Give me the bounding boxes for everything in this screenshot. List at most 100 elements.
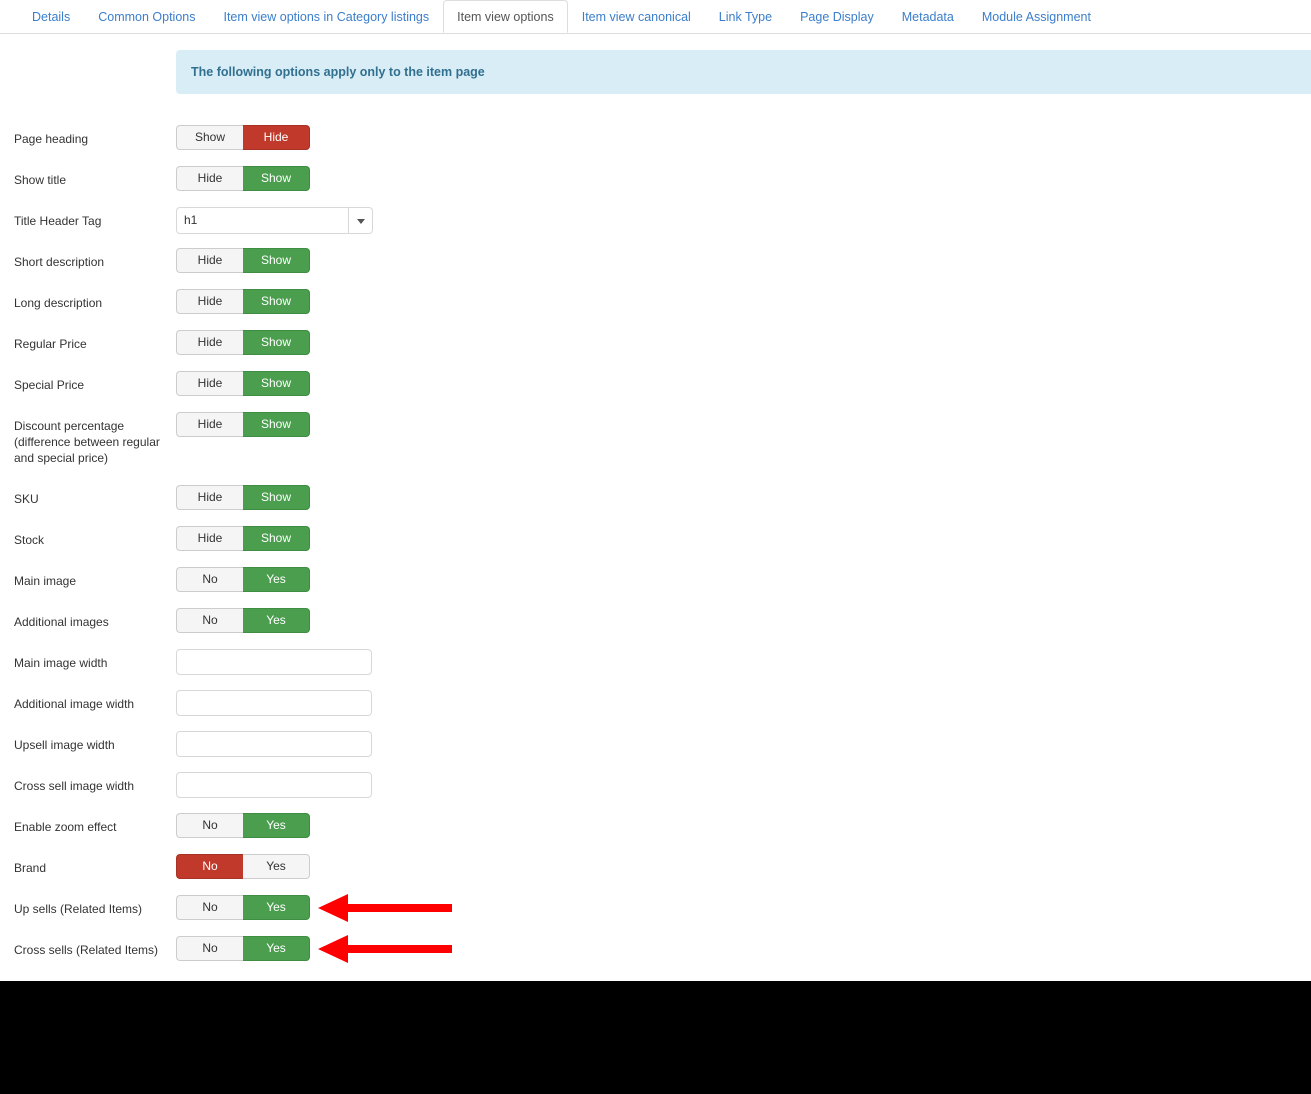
toggle-up-sells-related-items: No Yes	[176, 895, 310, 920]
toggle-option-no[interactable]: No	[176, 854, 243, 879]
toggle-option-no[interactable]: No	[176, 813, 243, 838]
control-enable-zoom-effect: No Yes	[176, 813, 310, 838]
tab-bar: Details Common Options Item view options i…	[0, 0, 1311, 34]
toggle-option-hide[interactable]: Hide	[176, 289, 243, 314]
toggle-option-show[interactable]: Show	[243, 248, 310, 273]
input-main-image-width[interactable]	[176, 649, 372, 675]
tab-item-view-options[interactable]: Item view options	[443, 0, 568, 33]
chevron-down-icon[interactable]	[348, 207, 373, 234]
label-title-header-tag: Title Header Tag	[14, 214, 102, 228]
input-cross-sell-image-width[interactable]	[176, 772, 372, 798]
form-row: Additional image width	[0, 675, 1311, 716]
tab-item-view-options-in-category-listings[interactable]: Item view options in Category listings	[209, 0, 443, 33]
toggle-option-show[interactable]: Show	[243, 166, 310, 191]
form-row: Page heading Show Hide	[0, 110, 1311, 151]
toggle-long-description: Hide Show	[176, 289, 310, 314]
control-up-sells-related-items: No Yes	[176, 895, 310, 920]
label-sku: SKU	[14, 492, 39, 506]
toggle-option-show[interactable]: Show	[243, 330, 310, 355]
toggle-cross-sells-related-items: No Yes	[176, 936, 310, 961]
form-row: Enable zoom effect No Yes	[0, 798, 1311, 839]
control-long-description: Hide Show	[176, 289, 310, 314]
toggle-option-yes[interactable]: Yes	[243, 936, 310, 961]
tab-page-display[interactable]: Page Display	[786, 0, 888, 33]
toggle-option-no[interactable]: No	[176, 936, 243, 961]
label-show-title: Show title	[14, 173, 67, 187]
tab-common-options[interactable]: Common Options	[84, 0, 209, 33]
control-main-image-width	[176, 649, 372, 675]
form-row: Additional images No Yes	[0, 593, 1311, 634]
toggle-option-show[interactable]: Show	[243, 526, 310, 551]
control-sku: Hide Show	[176, 485, 310, 510]
toggle-option-yes[interactable]: Yes	[243, 608, 310, 633]
control-cross-sell-image-width	[176, 772, 372, 798]
toggle-option-hide[interactable]: Hide	[176, 248, 243, 273]
toggle-additional-images: No Yes	[176, 608, 310, 633]
label-enable-zoom-effect: Enable zoom effect	[14, 820, 117, 834]
select-value-title-header-tag[interactable]: h1	[176, 207, 348, 234]
label-main-image-width: Main image width	[14, 656, 108, 670]
toggle-option-show[interactable]: Show	[243, 289, 310, 314]
form-row: Cross sells (Related Items) No Yes	[0, 921, 1311, 963]
form-row: Show title Hide Show	[0, 151, 1311, 192]
toggle-option-hide[interactable]: Hide	[176, 526, 243, 551]
tab-link-type[interactable]: Link Type	[705, 0, 786, 33]
toggle-enable-zoom-effect: No Yes	[176, 813, 310, 838]
toggle-option-hide[interactable]: Hide	[243, 125, 310, 150]
label-additional-images: Additional images	[14, 615, 109, 629]
toggle-option-hide[interactable]: Hide	[176, 485, 243, 510]
bottom-black-bar	[0, 981, 1311, 1094]
toggle-page-heading: Show Hide	[176, 125, 310, 150]
form-row: Main image width	[0, 634, 1311, 675]
form-row: Main image No Yes	[0, 552, 1311, 593]
toggle-option-yes[interactable]: Yes	[243, 567, 310, 592]
input-upsell-image-width[interactable]	[176, 731, 372, 757]
toggle-main-image: No Yes	[176, 567, 310, 592]
tab-details[interactable]: Details	[18, 0, 84, 33]
toggle-option-no[interactable]: No	[176, 895, 243, 920]
label-regular-price: Regular Price	[14, 337, 87, 351]
label-cross-sell-image-width: Cross sell image width	[14, 779, 135, 793]
form-row: Cross sell image width	[0, 757, 1311, 798]
tab-module-assignment[interactable]: Module Assignment	[968, 0, 1105, 33]
toggle-option-show[interactable]: Show	[243, 412, 310, 437]
toggle-discount-percentage-difference-between-regular-a: Hide Show	[176, 412, 310, 437]
label-special-price: Special Price	[14, 378, 85, 392]
toggle-option-yes[interactable]: Yes	[243, 813, 310, 838]
label-main-image: Main image	[14, 574, 77, 588]
input-additional-image-width[interactable]	[176, 690, 372, 716]
form-row: Short description Hide Show	[0, 233, 1311, 274]
form-row: Title Header Tag h1	[0, 192, 1311, 234]
toggle-option-show[interactable]: Show	[243, 371, 310, 396]
control-additional-image-width	[176, 690, 372, 716]
tab-metadata[interactable]: Metadata	[888, 0, 968, 33]
toggle-option-hide[interactable]: Hide	[176, 371, 243, 396]
label-upsell-image-width: Upsell image width	[14, 738, 115, 752]
toggle-option-hide[interactable]: Hide	[176, 412, 243, 437]
toggle-option-hide[interactable]: Hide	[176, 330, 243, 355]
control-title-header-tag: h1	[176, 207, 373, 234]
form-row: Upsell image width	[0, 716, 1311, 757]
form-row: Up sells (Related Items) No Yes	[0, 880, 1311, 923]
control-stock: Hide Show	[176, 526, 310, 551]
control-show-title: Hide Show	[176, 166, 310, 191]
label-cross-sells-related-items: Cross sells (Related Items)	[14, 943, 159, 957]
label-long-description: Long description	[14, 296, 103, 310]
toggle-option-show[interactable]: Show	[176, 125, 243, 150]
toggle-option-yes[interactable]: Yes	[243, 854, 310, 879]
select-title-header-tag[interactable]: h1	[176, 207, 373, 234]
control-regular-price: Hide Show	[176, 330, 310, 355]
label-additional-image-width: Additional image width	[14, 697, 135, 711]
toggle-option-show[interactable]: Show	[243, 485, 310, 510]
toggle-special-price: Hide Show	[176, 371, 310, 396]
tab-item-view-canonical[interactable]: Item view canonical	[568, 0, 705, 33]
toggle-option-no[interactable]: No	[176, 567, 243, 592]
toggle-option-yes[interactable]: Yes	[243, 895, 310, 920]
toggle-regular-price: Hide Show	[176, 330, 310, 355]
toggle-option-no[interactable]: No	[176, 608, 243, 633]
toggle-show-title: Hide Show	[176, 166, 310, 191]
annotation-arrow-left	[318, 893, 452, 923]
control-short-description: Hide Show	[176, 248, 310, 273]
toggle-option-hide[interactable]: Hide	[176, 166, 243, 191]
toggle-short-description: Hide Show	[176, 248, 310, 273]
